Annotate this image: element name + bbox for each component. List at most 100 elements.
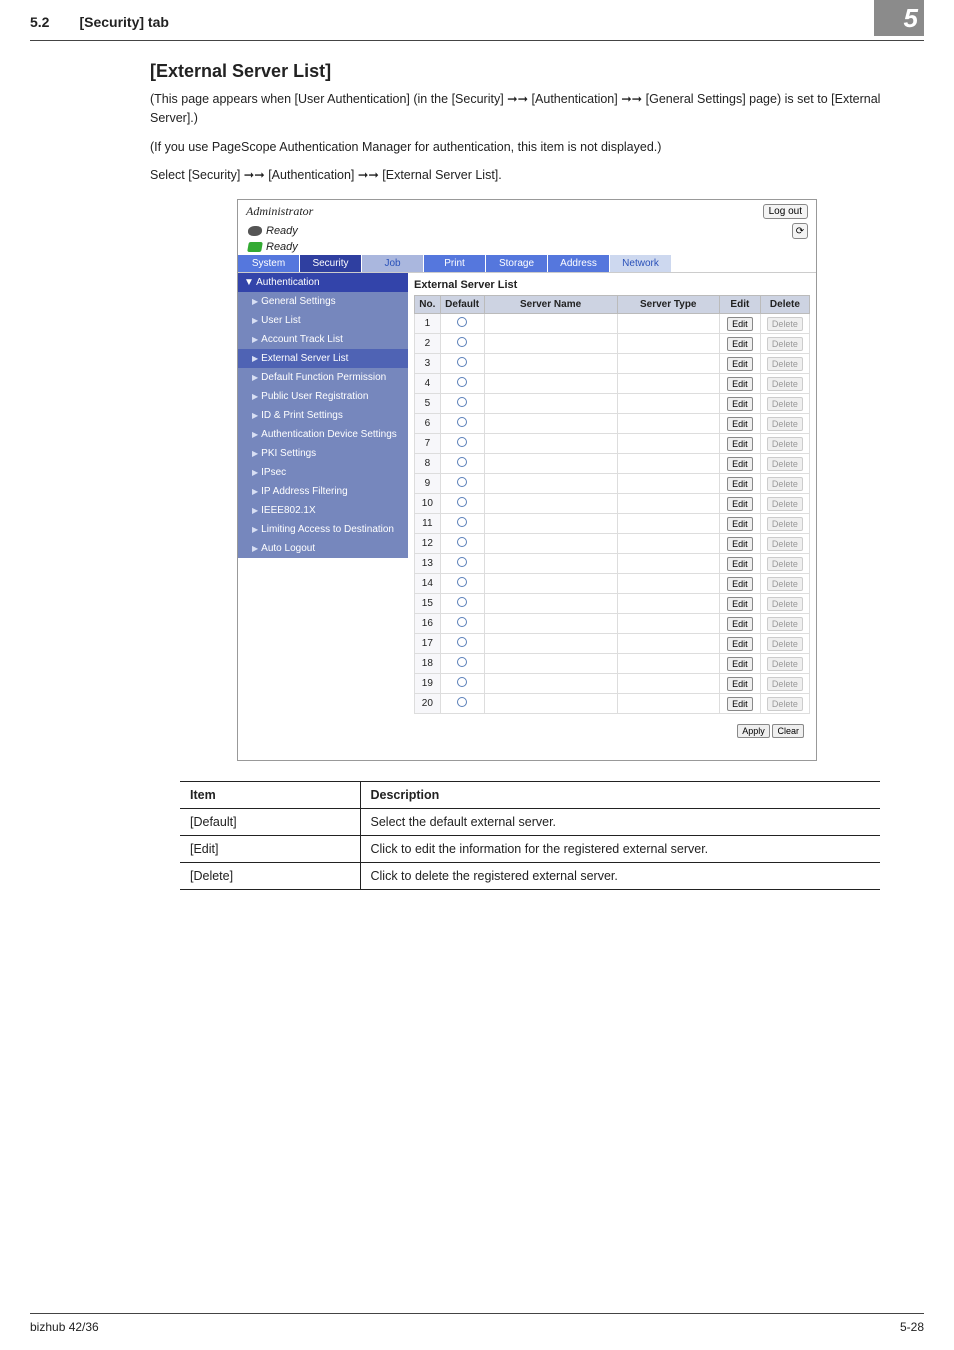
edit-button[interactable]: Edit [727, 557, 753, 571]
edit-button[interactable]: Edit [727, 677, 753, 691]
delete-button[interactable]: Delete [767, 437, 803, 451]
radio-icon[interactable] [457, 397, 467, 407]
tab-storage[interactable]: Storage [486, 255, 548, 272]
cell-default[interactable] [440, 394, 484, 414]
delete-button[interactable]: Delete [767, 477, 803, 491]
delete-button[interactable]: Delete [767, 517, 803, 531]
delete-button[interactable]: Delete [767, 337, 803, 351]
edit-button[interactable]: Edit [727, 317, 753, 331]
cell-default[interactable] [440, 454, 484, 474]
sidebar-item-ipsec[interactable]: ▶IPsec [238, 463, 408, 482]
delete-button[interactable]: Delete [767, 357, 803, 371]
delete-button[interactable]: Delete [767, 457, 803, 471]
edit-button[interactable]: Edit [727, 397, 753, 411]
edit-button[interactable]: Edit [727, 537, 753, 551]
cell-default[interactable] [440, 614, 484, 634]
edit-button[interactable]: Edit [727, 457, 753, 471]
cell-default[interactable] [440, 314, 484, 334]
delete-button[interactable]: Delete [767, 497, 803, 511]
tab-print[interactable]: Print [424, 255, 486, 272]
tab-system[interactable]: System [238, 255, 300, 272]
cell-default[interactable] [440, 594, 484, 614]
cell-default[interactable] [440, 634, 484, 654]
edit-button[interactable]: Edit [727, 497, 753, 511]
delete-button[interactable]: Delete [767, 317, 803, 331]
cell-default[interactable] [440, 654, 484, 674]
delete-button[interactable]: Delete [767, 377, 803, 391]
tab-network[interactable]: Network [610, 255, 672, 272]
radio-icon[interactable] [457, 457, 467, 467]
radio-icon[interactable] [457, 657, 467, 667]
tab-job[interactable]: Job [362, 255, 424, 272]
edit-button[interactable]: Edit [727, 697, 753, 711]
sidebar-item-external-server-list[interactable]: ▶External Server List [238, 349, 408, 368]
radio-icon[interactable] [457, 477, 467, 487]
cell-default[interactable] [440, 414, 484, 434]
delete-button[interactable]: Delete [767, 657, 803, 671]
cell-default[interactable] [440, 334, 484, 354]
radio-icon[interactable] [457, 517, 467, 527]
sidebar-item-authentication-device-settings[interactable]: ▶Authentication Device Settings [238, 425, 408, 444]
delete-button[interactable]: Delete [767, 537, 803, 551]
sidebar-item-limiting-access-to-destination[interactable]: ▶Limiting Access to Destination [238, 520, 408, 539]
edit-button[interactable]: Edit [727, 637, 753, 651]
sidebar-item-public-user-registration[interactable]: ▶Public User Registration [238, 387, 408, 406]
radio-icon[interactable] [457, 557, 467, 567]
radio-icon[interactable] [457, 437, 467, 447]
apply-button[interactable]: Apply [737, 724, 770, 738]
cell-default[interactable] [440, 354, 484, 374]
edit-button[interactable]: Edit [727, 597, 753, 611]
sidebar-item-account-track-list[interactable]: ▶Account Track List [238, 330, 408, 349]
radio-icon[interactable] [457, 317, 467, 327]
radio-icon[interactable] [457, 357, 467, 367]
sidebar-item-default-function-permission[interactable]: ▶Default Function Permission [238, 368, 408, 387]
radio-icon[interactable] [457, 697, 467, 707]
delete-button[interactable]: Delete [767, 677, 803, 691]
edit-button[interactable]: Edit [727, 657, 753, 671]
cell-default[interactable] [440, 534, 484, 554]
radio-icon[interactable] [457, 537, 467, 547]
sidebar-item-auto-logout[interactable]: ▶Auto Logout [238, 539, 408, 558]
sidebar-item-ip-address-filtering[interactable]: ▶IP Address Filtering [238, 482, 408, 501]
radio-icon[interactable] [457, 597, 467, 607]
cell-default[interactable] [440, 474, 484, 494]
radio-icon[interactable] [457, 337, 467, 347]
tab-security[interactable]: Security [300, 255, 362, 272]
radio-icon[interactable] [457, 377, 467, 387]
delete-button[interactable]: Delete [767, 637, 803, 651]
sidebar-item-id-print-settings[interactable]: ▶ID & Print Settings [238, 406, 408, 425]
cell-default[interactable] [440, 674, 484, 694]
radio-icon[interactable] [457, 577, 467, 587]
delete-button[interactable]: Delete [767, 577, 803, 591]
edit-button[interactable]: Edit [727, 417, 753, 431]
delete-button[interactable]: Delete [767, 417, 803, 431]
delete-button[interactable]: Delete [767, 697, 803, 711]
edit-button[interactable]: Edit [727, 517, 753, 531]
sidebar-item-general-settings[interactable]: ▶General Settings [238, 292, 408, 311]
edit-button[interactable]: Edit [727, 357, 753, 371]
logout-button[interactable]: Log out [763, 204, 808, 219]
edit-button[interactable]: Edit [727, 477, 753, 491]
radio-icon[interactable] [457, 677, 467, 687]
delete-button[interactable]: Delete [767, 397, 803, 411]
cell-default[interactable] [440, 574, 484, 594]
sidebar-item-user-list[interactable]: ▶User List [238, 311, 408, 330]
tab-address[interactable]: Address [548, 255, 610, 272]
edit-button[interactable]: Edit [727, 617, 753, 631]
edit-button[interactable]: Edit [727, 337, 753, 351]
sidebar-item-ieee802-1x[interactable]: ▶IEEE802.1X [238, 501, 408, 520]
delete-button[interactable]: Delete [767, 557, 803, 571]
refresh-button[interactable]: ⟳ [792, 223, 808, 239]
delete-button[interactable]: Delete [767, 617, 803, 631]
cell-default[interactable] [440, 554, 484, 574]
radio-icon[interactable] [457, 617, 467, 627]
radio-icon[interactable] [457, 417, 467, 427]
cell-default[interactable] [440, 514, 484, 534]
clear-button[interactable]: Clear [772, 724, 804, 738]
cell-default[interactable] [440, 694, 484, 714]
sidebar-item-pki-settings[interactable]: ▶PKI Settings [238, 444, 408, 463]
cell-default[interactable] [440, 494, 484, 514]
cell-default[interactable] [440, 434, 484, 454]
delete-button[interactable]: Delete [767, 597, 803, 611]
edit-button[interactable]: Edit [727, 437, 753, 451]
